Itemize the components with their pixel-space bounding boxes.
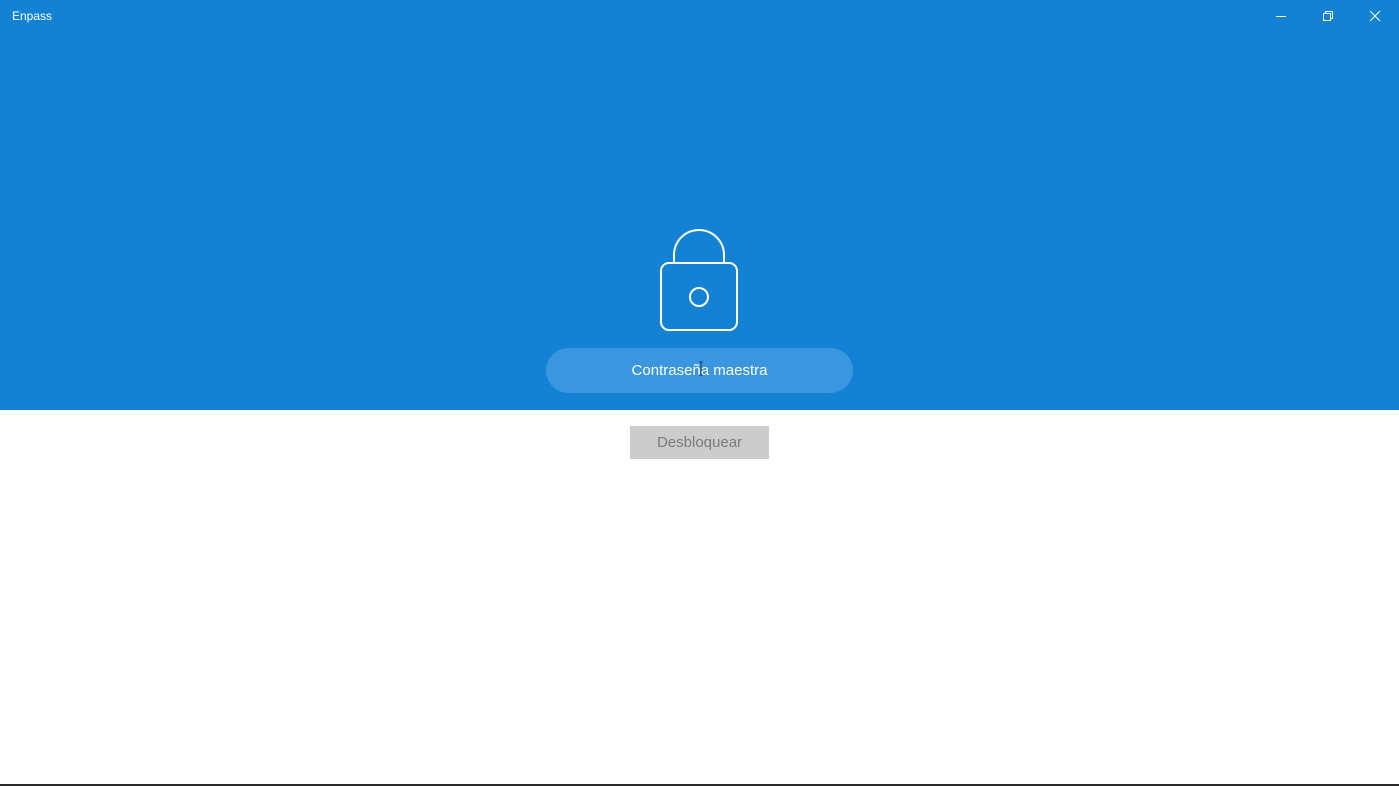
header-panel: Enpass <box>0 0 1399 410</box>
restore-button[interactable] <box>1305 0 1351 32</box>
close-icon <box>1369 10 1381 22</box>
unlock-button[interactable]: Desbloquear <box>630 426 769 459</box>
close-button[interactable] <box>1352 0 1398 32</box>
padlock-icon <box>658 228 740 334</box>
minimize-button[interactable] <box>1258 0 1304 32</box>
minimize-icon <box>1276 16 1286 17</box>
restore-icon <box>1323 11 1333 21</box>
app-title: Enpass <box>12 9 53 23</box>
title-bar: Enpass <box>0 0 1399 32</box>
app-window: Enpass Desbloquear <box>0 0 1399 786</box>
master-password-input[interactable] <box>546 348 853 393</box>
